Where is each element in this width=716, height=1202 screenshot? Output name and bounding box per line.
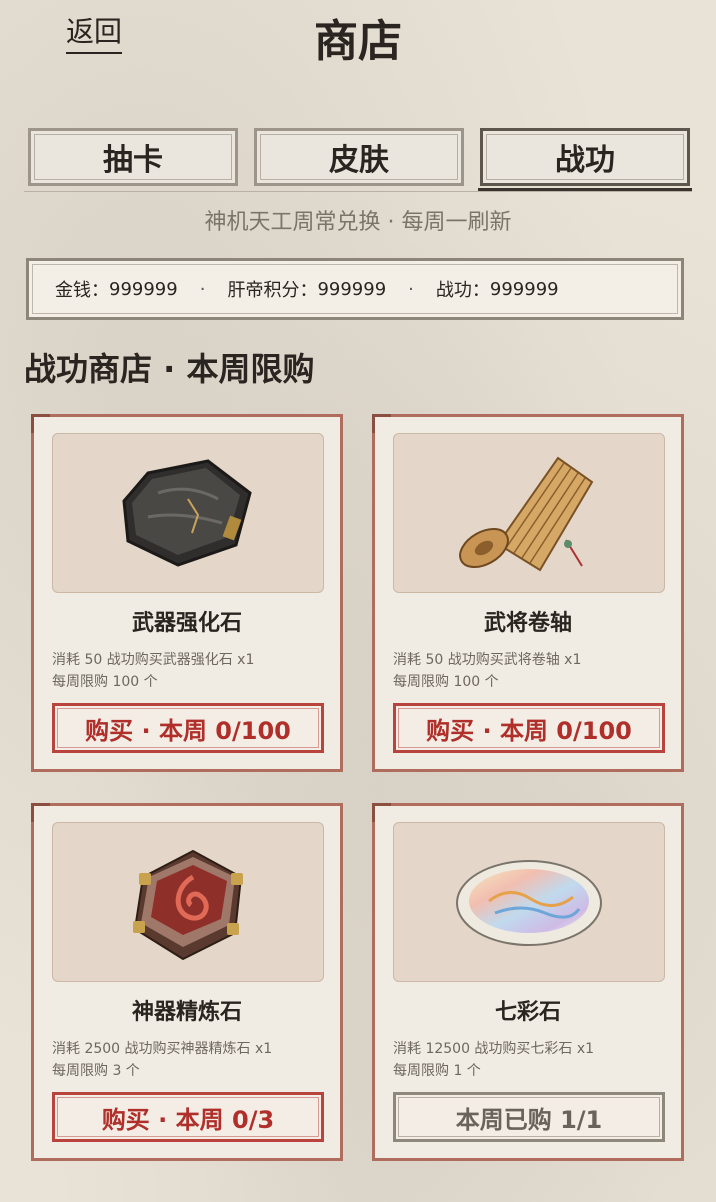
item-description: 消耗 50 战功购买武器强化石 x1 每周限购 100 个 bbox=[52, 649, 254, 693]
refresh-subtitle: 神机天工周常兑换 · 每周一刷新 bbox=[204, 210, 512, 235]
tab-bar: 抽卡 皮肤 战功 bbox=[24, 126, 692, 192]
buy-button[interactable]: 购买 · 本周 0/3 bbox=[52, 1092, 324, 1142]
rainbow-stone-icon bbox=[456, 860, 602, 946]
weapon-stone-icon bbox=[122, 459, 252, 567]
item-image-frame bbox=[52, 822, 324, 982]
section-title: 战功商店 · 本周限购 bbox=[24, 350, 315, 388]
item-cost: 消耗 12500 战功购买七彩石 x1 bbox=[393, 1041, 595, 1057]
item-description: 消耗 50 战功购买武将卷轴 x1 每周限购 100 个 bbox=[393, 649, 581, 693]
gold-label: 金钱： bbox=[55, 280, 109, 301]
buy-button[interactable]: 购买 · 本周 0/100 bbox=[52, 703, 324, 753]
item-cost: 消耗 50 战功购买武器强化石 x1 bbox=[52, 652, 255, 668]
item-image-frame bbox=[393, 433, 665, 593]
item-image-frame bbox=[52, 433, 324, 593]
shop-item-card: 七彩石 消耗 12500 战功购买七彩石 x1 每周限购 1 个 本周已购 1/… bbox=[372, 803, 684, 1161]
item-name: 七彩石 bbox=[494, 1000, 561, 1025]
item-name: 武器强化石 bbox=[131, 611, 242, 636]
tab-skins[interactable]: 皮肤 bbox=[254, 128, 464, 186]
item-limit: 每周限购 1 个 bbox=[393, 1063, 481, 1079]
points-label: 肝帝积分： bbox=[227, 280, 318, 301]
active-tab-indicator bbox=[478, 188, 692, 192]
scroll-icon bbox=[459, 456, 594, 572]
item-name: 武将卷轴 bbox=[483, 611, 572, 636]
tab-gacha[interactable]: 抽卡 bbox=[28, 128, 238, 186]
purchased-button[interactable]: 本周已购 1/1 bbox=[393, 1092, 665, 1142]
merit-value: 999999 bbox=[489, 278, 559, 300]
item-cost: 消耗 50 战功购买武将卷轴 x1 bbox=[393, 652, 582, 668]
item-limit: 每周限购 3 个 bbox=[52, 1063, 140, 1079]
item-cost: 消耗 2500 战功购买神器精炼石 x1 bbox=[52, 1041, 273, 1057]
gold-value: 999999 bbox=[109, 278, 178, 300]
shop-item-card: 武器强化石 消耗 50 战功购买武器强化石 x1 每周限购 100 个 购买 ·… bbox=[31, 414, 343, 772]
item-limit: 每周限购 100 个 bbox=[52, 674, 158, 690]
currency-panel: 金钱： 999999 · 肝帝积分： 999999 · 战功： 999999 bbox=[26, 258, 684, 320]
points-value: 999999 bbox=[317, 278, 387, 300]
merit-label: 战功： bbox=[435, 280, 490, 301]
item-description: 消耗 2500 战功购买神器精炼石 x1 每周限购 3 个 bbox=[52, 1038, 272, 1082]
buy-button[interactable]: 购买 · 本周 0/100 bbox=[393, 703, 665, 753]
item-limit: 每周限购 100 个 bbox=[393, 674, 499, 690]
separator: · bbox=[408, 278, 414, 300]
item-description: 消耗 12500 战功购买七彩石 x1 每周限购 1 个 bbox=[393, 1038, 594, 1082]
page-title: 商店 bbox=[314, 16, 402, 67]
separator: · bbox=[199, 278, 206, 300]
item-name: 神器精炼石 bbox=[131, 1000, 242, 1025]
refine-stone-icon bbox=[133, 849, 243, 961]
shop-item-card: 神器精炼石 消耗 2500 战功购买神器精炼石 x1 每周限购 3 个 购买 ·… bbox=[31, 803, 343, 1161]
tab-merit[interactable]: 战功 bbox=[480, 128, 690, 186]
item-image-frame bbox=[393, 822, 665, 982]
shop-item-card: 武将卷轴 消耗 50 战功购买武将卷轴 x1 每周限购 100 个 购买 · 本… bbox=[372, 414, 684, 772]
